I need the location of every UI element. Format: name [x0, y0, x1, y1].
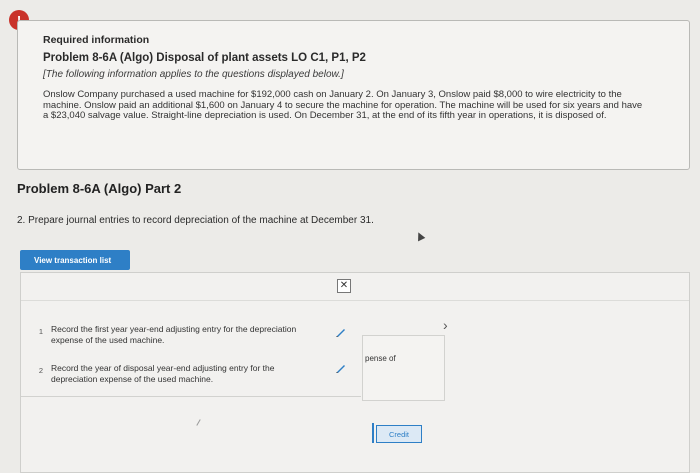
- transaction-description: Record the year of disposal year-end adj…: [51, 363, 275, 384]
- credit-marker: [372, 423, 374, 443]
- mouse-cursor-icon: [414, 230, 426, 242]
- info-note: [The following information applies to th…: [43, 69, 344, 80]
- problem-title: Problem 8-6A (Algo) Disposal of plant as…: [43, 52, 366, 64]
- close-icon[interactable]: ✕: [337, 279, 351, 293]
- edit-pencil-icon[interactable]: [335, 362, 347, 374]
- stray-mark: [196, 419, 201, 426]
- info-heading: Required information: [43, 34, 150, 46]
- chevron-right-icon[interactable]: ›: [443, 317, 448, 333]
- partial-text: pense of: [365, 354, 396, 363]
- transaction-description: Record the first year year-end adjusting…: [51, 324, 297, 345]
- question-text: 2. Prepare journal entries to record dep…: [17, 215, 374, 226]
- transaction-number: 1: [38, 327, 43, 336]
- edit-pencil-icon[interactable]: [335, 326, 347, 338]
- required-information-box: Required information Problem 8-6A (Algo)…: [17, 20, 690, 170]
- entry-column-fragment: pense of: [362, 335, 445, 401]
- transaction-row[interactable]: 1 Record the first year year-end adjusti…: [21, 324, 361, 364]
- part-title: Problem 8-6A (Algo) Part 2: [17, 181, 182, 196]
- transaction-number: 2: [38, 366, 43, 375]
- transaction-list: 1 Record the first year year-end adjusti…: [21, 302, 361, 397]
- problem-description: Onslow Company purchased a used machine …: [43, 89, 643, 121]
- panel-header: [21, 273, 689, 301]
- view-transaction-list-button[interactable]: View transaction list: [20, 250, 130, 270]
- transaction-row[interactable]: 2 Record the year of disposal year-end a…: [21, 363, 361, 403]
- credit-tab[interactable]: Credit: [376, 425, 422, 443]
- transaction-panel: ✕ 1 Record the first year year-end adjus…: [20, 272, 690, 473]
